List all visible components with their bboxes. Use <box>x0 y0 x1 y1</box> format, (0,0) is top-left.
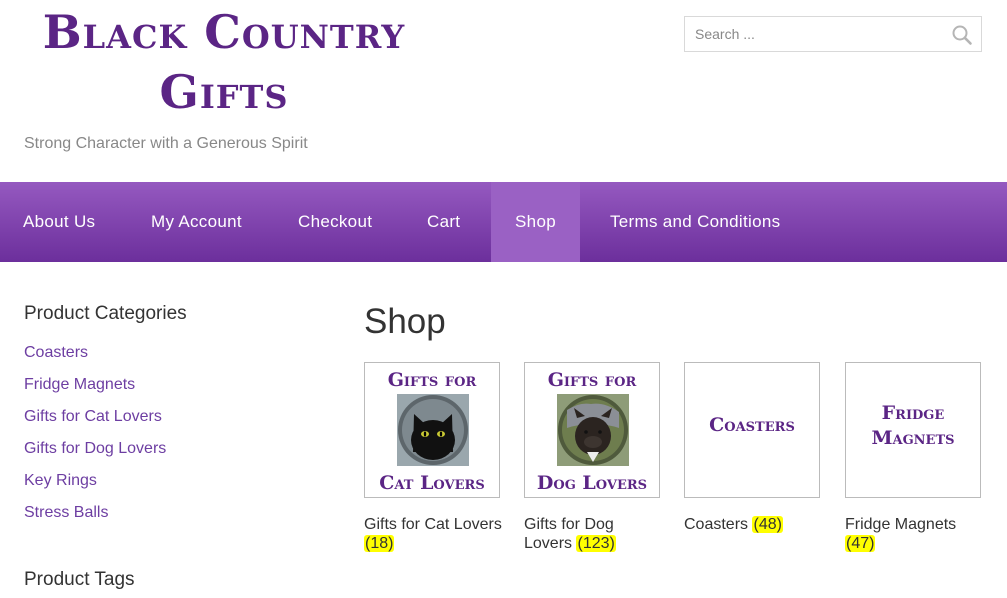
product-categories-heading: Product Categories <box>24 303 187 324</box>
nav-item-about-us[interactable]: About Us <box>23 182 95 262</box>
product-label-coasters: Coasters (48) <box>684 515 824 534</box>
product-thumbnail-dog-lovers[interactable]: Gifts for Dog Lovers <box>524 362 660 498</box>
site-title-link[interactable]: Black Country Gifts <box>34 2 414 122</box>
product-thumbnail-fridge-magnets[interactable]: Fridge Magnets <box>845 362 981 498</box>
product-label-cat-lovers: Gifts for Cat Lovers (18) <box>364 515 504 553</box>
category-item: Fridge Magnets <box>24 376 166 408</box>
category-link-coasters[interactable]: Coasters <box>24 344 88 361</box>
thumb-text-top: Gifts for <box>387 369 477 391</box>
product-thumbnail-coasters[interactable]: Coasters <box>684 362 820 498</box>
thumb-text-top: Gifts for <box>547 369 637 391</box>
search-form <box>684 16 982 52</box>
thumb-text-line2: Magnets <box>871 427 955 449</box>
thumb-text-bottom: Cat Lovers <box>379 472 485 494</box>
search-input[interactable] <box>685 17 955 51</box>
category-link-gifts-for-dog-lovers[interactable]: Gifts for Dog Lovers <box>24 440 166 457</box>
nav-item-terms-and-conditions[interactable]: Terms and Conditions <box>610 182 780 262</box>
category-link-stress-balls[interactable]: Stress Balls <box>24 504 108 521</box>
search-icon[interactable] <box>951 24 973 46</box>
product-thumbnail-cat-lovers[interactable]: Gifts for Cat Lovers <box>364 362 500 498</box>
nav-item-my-account[interactable]: My Account <box>151 182 242 262</box>
category-item: Stress Balls <box>24 504 166 536</box>
thumb-text: Coasters <box>709 414 795 436</box>
product-card-dog-lovers: Gifts for Dog Lovers Gifts for Dog Lover… <box>524 362 660 553</box>
product-link-coasters[interactable]: Coasters <box>684 516 748 533</box>
product-count-badge: (18) <box>364 535 395 552</box>
site-title[interactable]: Black Country Gifts <box>34 2 414 122</box>
category-item: Gifts for Dog Lovers <box>24 440 166 472</box>
category-item: Key Rings <box>24 472 166 504</box>
category-item: Coasters <box>24 344 166 376</box>
product-card-fridge-magnets: Fridge Magnets Fridge Magnets (47) <box>845 362 981 553</box>
black-cat-image <box>397 394 469 466</box>
thumb-text-line1: Fridge <box>881 402 945 424</box>
product-count-badge: (47) <box>845 535 876 552</box>
nav-item-checkout[interactable]: Checkout <box>298 182 372 262</box>
product-label-fridge-magnets: Fridge Magnets (47) <box>845 515 985 553</box>
product-card-cat-lovers: Gifts for Cat Lovers Gifts for Cat Lover… <box>364 362 502 553</box>
category-link-key-rings[interactable]: Key Rings <box>24 472 97 489</box>
product-label-dog-lovers: Gifts for Dog Lovers (123) <box>524 515 664 553</box>
nav-item-shop[interactable]: Shop <box>491 182 580 262</box>
product-categories-list: Coasters Fridge Magnets Gifts for Cat Lo… <box>24 344 166 536</box>
product-count-badge: (48) <box>752 516 783 533</box>
thumb-text-bottom: Dog Lovers <box>536 472 648 494</box>
dog-image <box>557 394 629 466</box>
product-card-coasters: Coasters Coasters (48) <box>684 362 820 534</box>
product-link-cat-lovers[interactable]: Gifts for Cat Lovers <box>364 516 502 533</box>
site-tagline: Strong Character with a Generous Spirit <box>24 135 308 152</box>
product-count-badge: (123) <box>576 535 616 552</box>
product-tags-heading: Product Tags <box>24 569 135 590</box>
product-link-fridge-magnets[interactable]: Fridge Magnets <box>845 516 956 533</box>
page-title: Shop <box>364 302 446 341</box>
site-title-line1: Black Country <box>42 5 406 59</box>
main-navigation: About Us My Account Checkout Cart Shop T… <box>0 182 1007 262</box>
site-title-line2: Gifts <box>159 65 289 119</box>
nav-item-cart[interactable]: Cart <box>427 182 460 262</box>
category-item: Gifts for Cat Lovers <box>24 408 166 440</box>
category-link-gifts-for-cat-lovers[interactable]: Gifts for Cat Lovers <box>24 408 162 425</box>
category-link-fridge-magnets[interactable]: Fridge Magnets <box>24 376 135 393</box>
